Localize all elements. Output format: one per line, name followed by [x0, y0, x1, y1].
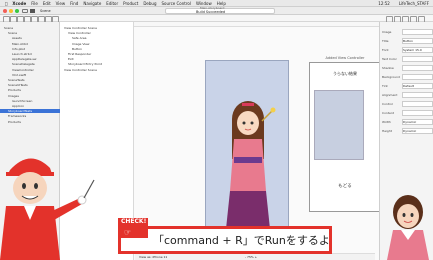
- navigator-item[interactable]: SceneDelegate: [12, 62, 35, 66]
- navigator-item[interactable]: Frameworks: [8, 114, 26, 118]
- close-window-button[interactable]: [3, 9, 7, 13]
- navigator-item[interactable]: Products: [8, 120, 21, 124]
- menu-help[interactable]: Help: [217, 1, 226, 6]
- window-title: Main.storyboard: [200, 6, 225, 10]
- girl-illustration: [226, 101, 276, 233]
- outline-item[interactable]: View Controller Scene: [64, 26, 97, 30]
- inspector-label: Title: [382, 39, 389, 43]
- inspector-field[interactable]: [402, 65, 433, 71]
- inspector-label: Tint: [382, 84, 388, 88]
- outline-item[interactable]: Image View: [72, 42, 89, 46]
- inspector-label: Text Color: [382, 57, 397, 61]
- navigator-item[interactable]: Assets: [12, 36, 22, 40]
- window-titlebar: Scene Build Succeeded Main.storyboard: [0, 6, 433, 15]
- outline-item[interactable]: Storyboard Entry Point: [68, 62, 102, 66]
- device-config[interactable]: View as: iPhone 11: [139, 255, 167, 259]
- inspector-label: Content: [382, 111, 394, 115]
- run-icon[interactable]: [22, 9, 28, 13]
- inspector-field[interactable]: [402, 74, 433, 80]
- navigator-item[interactable]: SceneUITests: [8, 83, 28, 87]
- inspector-field[interactable]: [402, 29, 433, 35]
- navigator-item[interactable]: Images: [8, 94, 19, 98]
- menu-edit[interactable]: Edit: [43, 1, 51, 6]
- inspector-field[interactable]: Default: [402, 83, 433, 89]
- menu-navigate[interactable]: Navigate: [83, 1, 101, 6]
- canvas-bottom-bar: View as: iPhone 11 - 75% +: [135, 253, 375, 260]
- inspector-field[interactable]: [402, 56, 433, 62]
- navigator-item[interactable]: ViewController: [12, 68, 34, 72]
- inspector-field[interactable]: [402, 101, 433, 107]
- clock: 12:52: [378, 1, 390, 6]
- menu-debug[interactable]: Debug: [143, 1, 156, 6]
- view-controller-scene[interactable]: [205, 60, 289, 252]
- inspector-label: Alignment: [382, 93, 398, 97]
- menu-find[interactable]: Find: [70, 1, 78, 6]
- navigator-item[interactable]: Scene: [4, 26, 13, 30]
- man-illustration: [0, 158, 95, 260]
- navigator-item[interactable]: VC2.swift: [12, 73, 26, 77]
- navigator-item[interactable]: Main.strbd: [12, 42, 28, 46]
- navigator-item[interactable]: Info.plist: [12, 47, 25, 51]
- menu-editor[interactable]: Editor: [106, 1, 118, 6]
- inspector-label: Control: [382, 102, 393, 106]
- check-label: CHECK!: [121, 218, 147, 225]
- menu-view[interactable]: View: [56, 1, 66, 6]
- outline-item[interactable]: First Responder: [68, 52, 91, 56]
- navigator-item[interactable]: SceneTests: [8, 78, 25, 82]
- navigator-item[interactable]: Products: [8, 88, 21, 92]
- build-status: Build Succeeded: [196, 10, 226, 14]
- result-image-view: [314, 90, 364, 160]
- menu-source-control[interactable]: Source Control: [161, 1, 190, 6]
- menu-window[interactable]: Window: [196, 1, 212, 6]
- inspector-label: Height: [382, 129, 392, 133]
- inspector-field[interactable]: Button: [402, 38, 433, 44]
- instruction-text: 「command + R」でRunをするよ: [153, 234, 330, 247]
- inspector-field[interactable]: [402, 110, 433, 116]
- scene2-title: Added View Controller: [325, 56, 365, 60]
- pointing-hand-icon: ☞: [124, 228, 132, 237]
- inspector-label: Image: [382, 30, 392, 34]
- tab-bar: [0, 15, 433, 23]
- woman-illustration: [387, 195, 429, 260]
- inspector-label: Font: [382, 48, 389, 52]
- navigator-item[interactable]: AppDelegate.sw: [12, 57, 36, 61]
- status-area: 12:52 LifeTech_STAFF: [373, 1, 429, 6]
- navigator-item[interactable]: launchScreen: [12, 99, 32, 103]
- outline-item[interactable]: Safe Area: [72, 36, 87, 40]
- minimize-window-button[interactable]: [9, 9, 13, 13]
- menu-file[interactable]: File: [31, 1, 38, 6]
- outline-item[interactable]: View Controller: [68, 31, 91, 35]
- inspector-field[interactable]: System 15.0: [402, 47, 433, 53]
- jump-bar[interactable]: [134, 22, 379, 27]
- user-name[interactable]: LifeTech_STAFF: [399, 1, 429, 6]
- inspector-label: Background: [382, 75, 400, 79]
- navigator-item[interactable]: Launch.strbd: [12, 52, 32, 56]
- navigator-item[interactable]: Scene: [8, 31, 17, 35]
- stop-icon[interactable]: [30, 9, 35, 13]
- outline-item[interactable]: Button: [72, 47, 82, 51]
- outline-item[interactable]: Exit: [68, 57, 74, 61]
- inspector-field[interactable]: [402, 92, 433, 98]
- inspector-label: Width: [382, 120, 391, 124]
- navigator-item[interactable]: StoryboardTests: [0, 109, 68, 114]
- inspector-field[interactable]: Dynamic: [402, 119, 433, 125]
- scheme-selector[interactable]: Scene: [40, 9, 51, 13]
- result-label: うらない結果: [333, 71, 357, 76]
- inspector-label: Shadow: [382, 66, 394, 70]
- menu-product[interactable]: Product: [123, 1, 138, 6]
- apple-icon[interactable]: : [5, 1, 7, 6]
- zoom-window-button[interactable]: [15, 9, 19, 13]
- app-menu[interactable]: Xcode: [12, 1, 26, 6]
- back-button[interactable]: もどる: [310, 183, 380, 189]
- zoom-control[interactable]: - 75% +: [245, 255, 257, 259]
- inspector-field[interactable]: Dynamic: [402, 128, 433, 134]
- outline-item[interactable]: View Controller Scene: [64, 68, 97, 72]
- navigator-item[interactable]: AppIcon: [12, 104, 24, 108]
